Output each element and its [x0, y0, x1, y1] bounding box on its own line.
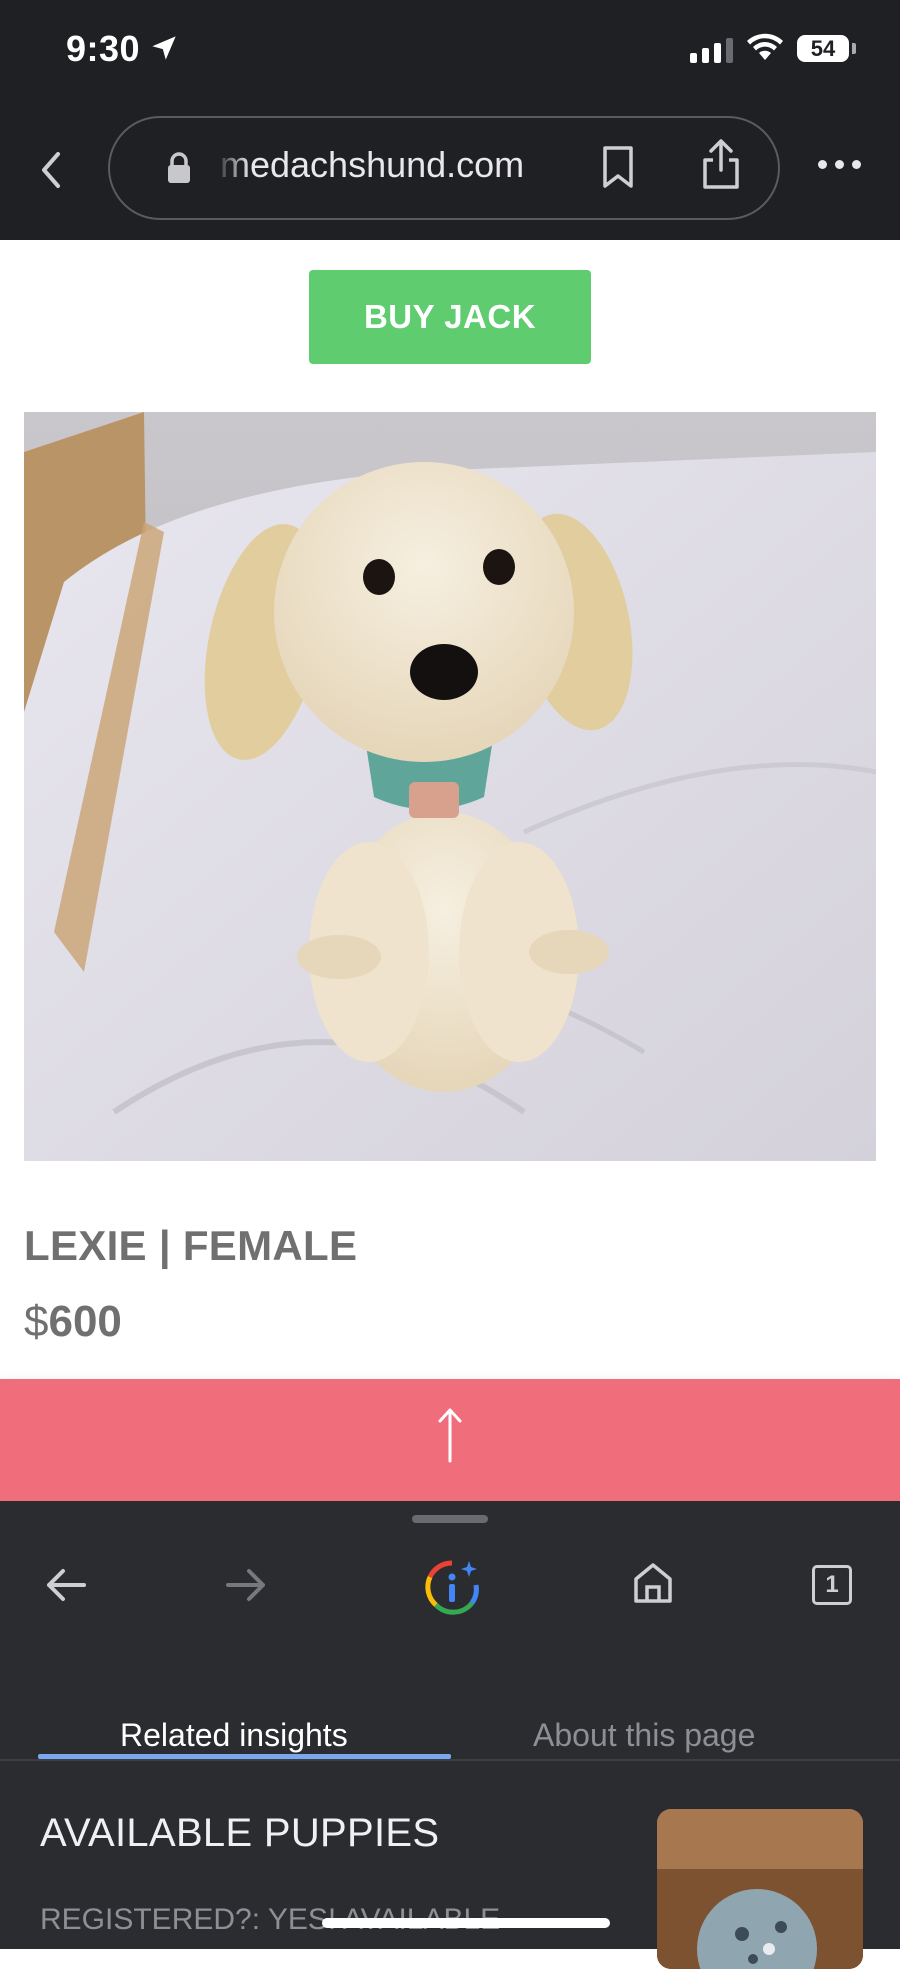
insight-card-title[interactable]: AVAILABLE PUPPIES [40, 1811, 439, 1856]
status-bar: 9:30 54 [0, 0, 900, 110]
share-icon[interactable] [700, 138, 742, 190]
price: $600 [24, 1297, 122, 1347]
scroll-to-top-button[interactable] [0, 1379, 900, 1501]
google-insights-icon[interactable] [422, 1557, 482, 1617]
insight-thumbnail-illustration [657, 1809, 863, 1969]
more-options-icon[interactable] [818, 160, 861, 169]
browser-address-area: medachshund.com [0, 110, 900, 240]
back-arrow-icon[interactable] [44, 1565, 88, 1605]
location-arrow-icon [152, 36, 176, 60]
sheet-drag-handle[interactable] [412, 1515, 488, 1523]
price-currency: $ [24, 1297, 49, 1346]
tab-divider [0, 1759, 900, 1761]
puppy-photo-illustration [24, 412, 876, 1161]
price-amount: 600 [48, 1297, 122, 1346]
buy-button[interactable]: BUY JACK [309, 270, 591, 364]
cellular-signal-icon [690, 38, 733, 63]
battery-indicator: 54 [797, 35, 849, 62]
puppy-name-heading: LEXIE | FEMALE [24, 1222, 358, 1269]
battery-tip [852, 43, 856, 54]
wifi-icon [747, 33, 783, 60]
url-text[interactable]: medachshund.com [220, 144, 524, 186]
address-bar[interactable]: medachshund.com [108, 116, 780, 220]
arrow-up-icon [438, 1408, 462, 1463]
lock-icon [168, 152, 190, 183]
bookmark-icon[interactable] [600, 144, 636, 190]
tab-about-this-page[interactable]: About this page [533, 1717, 755, 1754]
home-icon[interactable] [632, 1561, 674, 1605]
home-indicator[interactable] [322, 1918, 610, 1928]
back-chevron-icon[interactable] [36, 148, 66, 192]
status-time: 9:30 [66, 28, 141, 69]
url-fade [214, 138, 250, 198]
insight-card-thumbnail[interactable] [657, 1809, 863, 1969]
puppy-photo[interactable] [24, 412, 876, 1161]
tab-switcher-button[interactable]: 1 [812, 1565, 852, 1605]
forward-arrow-icon[interactable] [224, 1565, 268, 1605]
tab-related-insights[interactable]: Related insights [120, 1717, 348, 1754]
bottom-sheet: 1 Related insights About this page AVAIL… [0, 1501, 900, 1969]
